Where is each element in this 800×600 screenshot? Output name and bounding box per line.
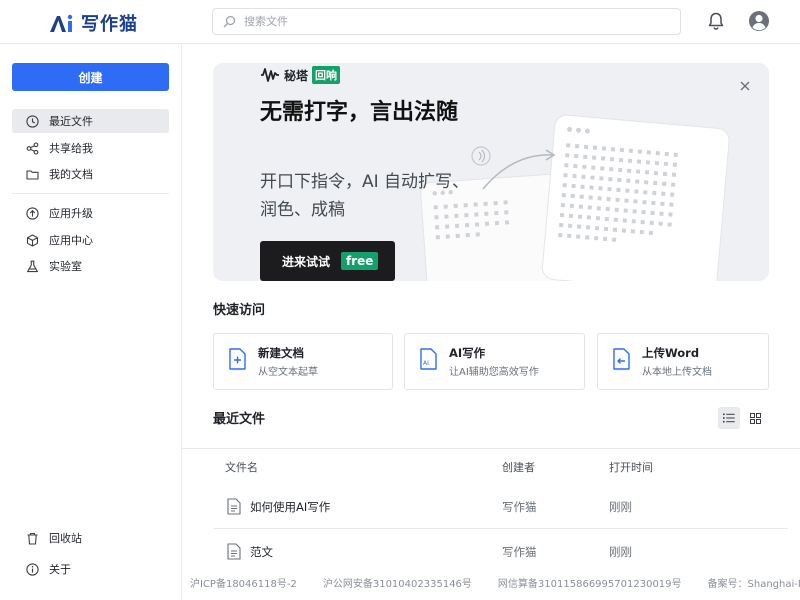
table-divider [182, 448, 800, 449]
flask-icon [27, 260, 38, 272]
card-title: 上传Word [642, 346, 700, 360]
recent-files-title: 最近文件 [213, 412, 266, 427]
ai-doc-icon: AI [420, 348, 437, 370]
top-bar: 写作猫 [0, 0, 800, 44]
banner-subtitle: 开口下指令，AI 自动扩写、润色、成稿 [260, 172, 470, 220]
try-now-button[interactable]: 进来试试 free [260, 241, 395, 281]
card-desc: 让AI辅助您高效写作 [449, 367, 539, 378]
sidebar-divider [12, 193, 169, 194]
grid-icon [749, 412, 761, 424]
user-avatar-icon[interactable] [748, 10, 770, 32]
document-icon [227, 498, 241, 515]
svg-text:AI: AI [423, 360, 429, 367]
sidebar-item-my-docs[interactable]: 我的文档 [12, 162, 169, 186]
bell-icon[interactable] [706, 11, 726, 31]
footer: 沪ICP备18046118号-2 沪公网安备31010402335146号 网信… [190, 575, 800, 590]
share-icon [26, 141, 39, 155]
file-name: 如何使用AI写作 [250, 500, 331, 514]
card-desc: 从本地上传文档 [642, 367, 712, 378]
sidebar-item-app-center[interactable]: 应用中心 [12, 228, 169, 252]
promo-banner[interactable]: 秘塔 回响 无需打字，言出法随 开口下指令，AI 自动扩写、润色、成稿 进来试试… [213, 63, 769, 281]
sidebar-item-upgrade[interactable]: 应用升级 [12, 201, 169, 225]
quick-access-title: 快速访问 [213, 303, 266, 318]
grid-view-toggle[interactable] [744, 407, 766, 429]
upload-doc-icon [613, 348, 630, 370]
brand-name: 秘塔 [284, 68, 309, 83]
file-open-time: 刚刚 [609, 500, 632, 514]
new-doc-icon [229, 348, 246, 370]
ai-writing-card[interactable]: AI AI写作 让AI辅助您高效写作 [404, 333, 585, 390]
sidebar-item-label: 实验室 [49, 260, 82, 273]
sidebar-item-label: 我的文档 [49, 168, 93, 181]
folder-icon [26, 169, 39, 180]
sidebar-item-label: 应用中心 [49, 234, 93, 247]
trash-icon [27, 532, 38, 545]
brand-label: 秘塔 回响 [260, 66, 341, 84]
column-header-open-time[interactable]: 打开时间 [609, 459, 653, 475]
sidebar-item-trash[interactable]: 回收站 [12, 526, 169, 550]
footer-police-record[interactable]: 沪公网安备31010402335146号 [323, 575, 472, 590]
search-input[interactable] [244, 15, 644, 28]
app-logo[interactable]: 写作猫 [49, 10, 138, 36]
column-header-creator[interactable]: 创建者 [502, 459, 535, 475]
upload-word-card[interactable]: 上传Word 从本地上传文档 [597, 333, 769, 390]
close-icon[interactable] [739, 80, 751, 92]
row-divider [214, 528, 788, 529]
search-icon [223, 15, 236, 28]
sidebar: 创建 最近文件 共享给我 我的文档 应用升级 应用中心 实验室 回收站 关于 [0, 44, 182, 600]
column-header-filename[interactable]: 文件名 [225, 459, 258, 475]
sidebar-item-label: 应用升级 [49, 207, 93, 220]
sidebar-item-label: 共享给我 [49, 142, 93, 155]
sidebar-item-recent[interactable]: 最近文件 [12, 109, 169, 133]
logo-mark-icon [50, 14, 73, 32]
list-view-toggle[interactable] [718, 407, 740, 429]
footer-filing-number[interactable]: 备案号：Shanghai-MetaLLM-20231106 [708, 575, 800, 590]
file-name: 范文 [250, 545, 273, 559]
footer-algorithm-record[interactable]: 网信算备310115866995701230019号 [498, 575, 682, 590]
card-title: AI写作 [449, 346, 486, 360]
upgrade-icon [26, 206, 39, 220]
banner-title: 无需打字，言出法随 [260, 100, 459, 125]
info-icon [26, 562, 39, 576]
sidebar-item-about[interactable]: 关于 [12, 557, 169, 581]
app-name: 写作猫 [81, 14, 138, 35]
cube-icon [26, 233, 39, 247]
sidebar-item-shared[interactable]: 共享给我 [12, 136, 169, 160]
try-now-label: 进来试试 [282, 254, 331, 269]
table-row[interactable]: 如何使用AI写作 写作猫 刚刚 [214, 487, 788, 527]
new-doc-card[interactable]: 新建文档 从空文本起草 [213, 333, 393, 390]
clock-icon [26, 114, 39, 128]
brand-tag: 回响 [312, 66, 341, 84]
search-box[interactable] [212, 8, 681, 35]
create-button[interactable]: 创建 [12, 63, 169, 91]
card-desc: 从空文本起草 [258, 367, 318, 378]
free-badge: free [341, 252, 379, 270]
sidebar-item-label: 最近文件 [49, 115, 93, 128]
list-icon [723, 413, 735, 423]
card-title: 新建文档 [258, 346, 304, 360]
sidebar-item-lab[interactable]: 实验室 [12, 254, 169, 278]
sidebar-item-label: 关于 [49, 563, 71, 576]
footer-icp[interactable]: 沪ICP备18046118号-2 [190, 575, 297, 590]
sound-wave-icon [261, 68, 279, 82]
document-icon [227, 543, 241, 560]
sidebar-item-label: 回收站 [49, 532, 82, 545]
table-row[interactable]: 范文 写作猫 刚刚 [214, 532, 788, 572]
file-open-time: 刚刚 [609, 545, 632, 559]
file-creator: 写作猫 [502, 545, 537, 559]
file-creator: 写作猫 [502, 500, 537, 514]
